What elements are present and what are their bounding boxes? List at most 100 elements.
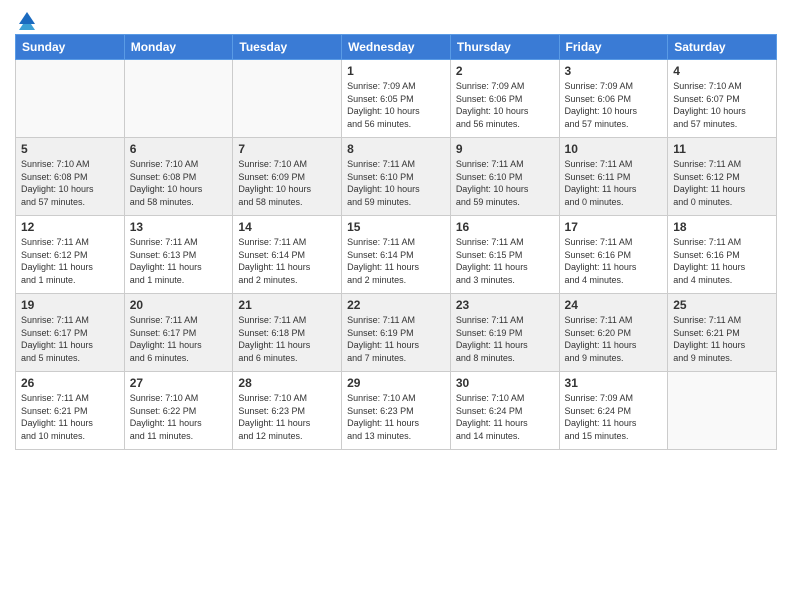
day-info: Sunrise: 7:11 AM Sunset: 6:19 PM Dayligh… — [456, 314, 554, 364]
logo — [15, 10, 37, 26]
calendar-cell: 2 Sunrise: 7:09 AM Sunset: 6:06 PM Daylig… — [450, 60, 559, 138]
calendar-cell: 13 Sunrise: 7:11 AM Sunset: 6:13 PM Dayli… — [124, 216, 233, 294]
calendar-cell: 27 Sunrise: 7:10 AM Sunset: 6:22 PM Dayli… — [124, 372, 233, 450]
day-info: Sunrise: 7:09 AM Sunset: 6:06 PM Dayligh… — [456, 80, 554, 130]
day-info: Sunrise: 7:11 AM Sunset: 6:13 PM Dayligh… — [130, 236, 228, 286]
day-info: Sunrise: 7:10 AM Sunset: 6:23 PM Dayligh… — [238, 392, 336, 442]
day-number: 25 — [673, 298, 771, 312]
calendar-week-row: 5 Sunrise: 7:10 AM Sunset: 6:08 PM Daylig… — [16, 138, 777, 216]
weekday-header-tuesday: Tuesday — [233, 35, 342, 60]
day-number: 13 — [130, 220, 228, 234]
day-info: Sunrise: 7:11 AM Sunset: 6:21 PM Dayligh… — [21, 392, 119, 442]
day-info: Sunrise: 7:11 AM Sunset: 6:12 PM Dayligh… — [21, 236, 119, 286]
weekday-header-saturday: Saturday — [668, 35, 777, 60]
weekday-header-monday: Monday — [124, 35, 233, 60]
day-info: Sunrise: 7:11 AM Sunset: 6:21 PM Dayligh… — [673, 314, 771, 364]
day-info: Sunrise: 7:10 AM Sunset: 6:23 PM Dayligh… — [347, 392, 445, 442]
day-number: 20 — [130, 298, 228, 312]
day-info: Sunrise: 7:11 AM Sunset: 6:16 PM Dayligh… — [565, 236, 663, 286]
calendar-cell — [668, 372, 777, 450]
day-info: Sunrise: 7:11 AM Sunset: 6:14 PM Dayligh… — [238, 236, 336, 286]
calendar-cell: 30 Sunrise: 7:10 AM Sunset: 6:24 PM Dayli… — [450, 372, 559, 450]
day-info: Sunrise: 7:11 AM Sunset: 6:17 PM Dayligh… — [21, 314, 119, 364]
weekday-header-row: SundayMondayTuesdayWednesdayThursdayFrid… — [16, 35, 777, 60]
day-number: 6 — [130, 142, 228, 156]
day-info: Sunrise: 7:10 AM Sunset: 6:24 PM Dayligh… — [456, 392, 554, 442]
day-number: 8 — [347, 142, 445, 156]
day-number: 4 — [673, 64, 771, 78]
day-number: 15 — [347, 220, 445, 234]
day-info: Sunrise: 7:09 AM Sunset: 6:05 PM Dayligh… — [347, 80, 445, 130]
calendar-cell: 16 Sunrise: 7:11 AM Sunset: 6:15 PM Dayli… — [450, 216, 559, 294]
day-number: 2 — [456, 64, 554, 78]
calendar-cell: 15 Sunrise: 7:11 AM Sunset: 6:14 PM Dayli… — [342, 216, 451, 294]
calendar-cell: 11Sunrise: 7:11 AM Sunset: 6:12 PM Dayli… — [668, 138, 777, 216]
calendar-cell: 22Sunrise: 7:11 AM Sunset: 6:19 PM Dayli… — [342, 294, 451, 372]
day-info: Sunrise: 7:09 AM Sunset: 6:24 PM Dayligh… — [565, 392, 663, 442]
day-number: 29 — [347, 376, 445, 390]
calendar-cell: 4 Sunrise: 7:10 AM Sunset: 6:07 PM Daylig… — [668, 60, 777, 138]
calendar-cell: 8 Sunrise: 7:11 AM Sunset: 6:10 PM Daylig… — [342, 138, 451, 216]
day-number: 28 — [238, 376, 336, 390]
calendar-cell — [233, 60, 342, 138]
day-number: 5 — [21, 142, 119, 156]
calendar-cell: 24 Sunrise: 7:11 AM Sunset: 6:20 PM Dayli… — [559, 294, 668, 372]
day-info: Sunrise: 7:10 AM Sunset: 6:07 PM Dayligh… — [673, 80, 771, 130]
day-number: 12 — [21, 220, 119, 234]
day-number: 24 — [565, 298, 663, 312]
calendar-cell: 6 Sunrise: 7:10 AM Sunset: 6:08 PM Daylig… — [124, 138, 233, 216]
day-number: 21 — [238, 298, 336, 312]
day-info: Sunrise: 7:10 AM Sunset: 6:08 PM Dayligh… — [21, 158, 119, 208]
weekday-header-friday: Friday — [559, 35, 668, 60]
day-info: Sunrise: 7:10 AM Sunset: 6:08 PM Dayligh… — [130, 158, 228, 208]
weekday-header-wednesday: Wednesday — [342, 35, 451, 60]
calendar-cell: 29 Sunrise: 7:10 AM Sunset: 6:23 PM Dayli… — [342, 372, 451, 450]
calendar-cell — [124, 60, 233, 138]
day-number: 19 — [21, 298, 119, 312]
calendar-week-row: 26 Sunrise: 7:11 AM Sunset: 6:21 PM Dayli… — [16, 372, 777, 450]
calendar-cell: 14Sunrise: 7:11 AM Sunset: 6:14 PM Dayli… — [233, 216, 342, 294]
calendar-week-row: 19 Sunrise: 7:11 AM Sunset: 6:17 PM Dayli… — [16, 294, 777, 372]
day-info: Sunrise: 7:11 AM Sunset: 6:17 PM Dayligh… — [130, 314, 228, 364]
calendar-cell: 18Sunrise: 7:11 AM Sunset: 6:16 PM Dayli… — [668, 216, 777, 294]
calendar-cell: 19 Sunrise: 7:11 AM Sunset: 6:17 PM Dayli… — [16, 294, 125, 372]
day-number: 16 — [456, 220, 554, 234]
day-number: 30 — [456, 376, 554, 390]
day-info: Sunrise: 7:11 AM Sunset: 6:10 PM Dayligh… — [456, 158, 554, 208]
calendar-week-row: 1 Sunrise: 7:09 AM Sunset: 6:05 PM Daylig… — [16, 60, 777, 138]
day-number: 11 — [673, 142, 771, 156]
day-number: 3 — [565, 64, 663, 78]
calendar-cell: 10 Sunrise: 7:11 AM Sunset: 6:11 PM Dayli… — [559, 138, 668, 216]
calendar-cell: 17 Sunrise: 7:11 AM Sunset: 6:16 PM Dayli… — [559, 216, 668, 294]
calendar-cell: 25 Sunrise: 7:11 AM Sunset: 6:21 PM Dayli… — [668, 294, 777, 372]
day-number: 18 — [673, 220, 771, 234]
day-info: Sunrise: 7:11 AM Sunset: 6:10 PM Dayligh… — [347, 158, 445, 208]
page: SundayMondayTuesdayWednesdayThursdayFrid… — [0, 0, 792, 612]
day-number: 10 — [565, 142, 663, 156]
day-info: Sunrise: 7:10 AM Sunset: 6:22 PM Dayligh… — [130, 392, 228, 442]
calendar-cell: 23 Sunrise: 7:11 AM Sunset: 6:19 PM Dayli… — [450, 294, 559, 372]
day-info: Sunrise: 7:09 AM Sunset: 6:06 PM Dayligh… — [565, 80, 663, 130]
weekday-header-sunday: Sunday — [16, 35, 125, 60]
header — [15, 10, 777, 26]
calendar-cell: 1 Sunrise: 7:09 AM Sunset: 6:05 PM Daylig… — [342, 60, 451, 138]
day-info: Sunrise: 7:11 AM Sunset: 6:19 PM Dayligh… — [347, 314, 445, 364]
calendar-cell: 12 Sunrise: 7:11 AM Sunset: 6:12 PM Dayli… — [16, 216, 125, 294]
calendar-cell: 21Sunrise: 7:11 AM Sunset: 6:18 PM Dayli… — [233, 294, 342, 372]
calendar-table: SundayMondayTuesdayWednesdayThursdayFrid… — [15, 34, 777, 450]
day-number: 26 — [21, 376, 119, 390]
calendar-cell: 26 Sunrise: 7:11 AM Sunset: 6:21 PM Dayli… — [16, 372, 125, 450]
day-number: 1 — [347, 64, 445, 78]
day-info: Sunrise: 7:11 AM Sunset: 6:15 PM Dayligh… — [456, 236, 554, 286]
calendar-week-row: 12 Sunrise: 7:11 AM Sunset: 6:12 PM Dayli… — [16, 216, 777, 294]
day-info: Sunrise: 7:10 AM Sunset: 6:09 PM Dayligh… — [238, 158, 336, 208]
calendar-cell: 7Sunrise: 7:10 AM Sunset: 6:09 PM Daylig… — [233, 138, 342, 216]
day-number: 23 — [456, 298, 554, 312]
day-number: 27 — [130, 376, 228, 390]
calendar-cell: 3 Sunrise: 7:09 AM Sunset: 6:06 PM Daylig… — [559, 60, 668, 138]
day-info: Sunrise: 7:11 AM Sunset: 6:11 PM Dayligh… — [565, 158, 663, 208]
day-info: Sunrise: 7:11 AM Sunset: 6:20 PM Dayligh… — [565, 314, 663, 364]
calendar-cell: 20 Sunrise: 7:11 AM Sunset: 6:17 PM Dayli… — [124, 294, 233, 372]
day-number: 17 — [565, 220, 663, 234]
day-info: Sunrise: 7:11 AM Sunset: 6:14 PM Dayligh… — [347, 236, 445, 286]
